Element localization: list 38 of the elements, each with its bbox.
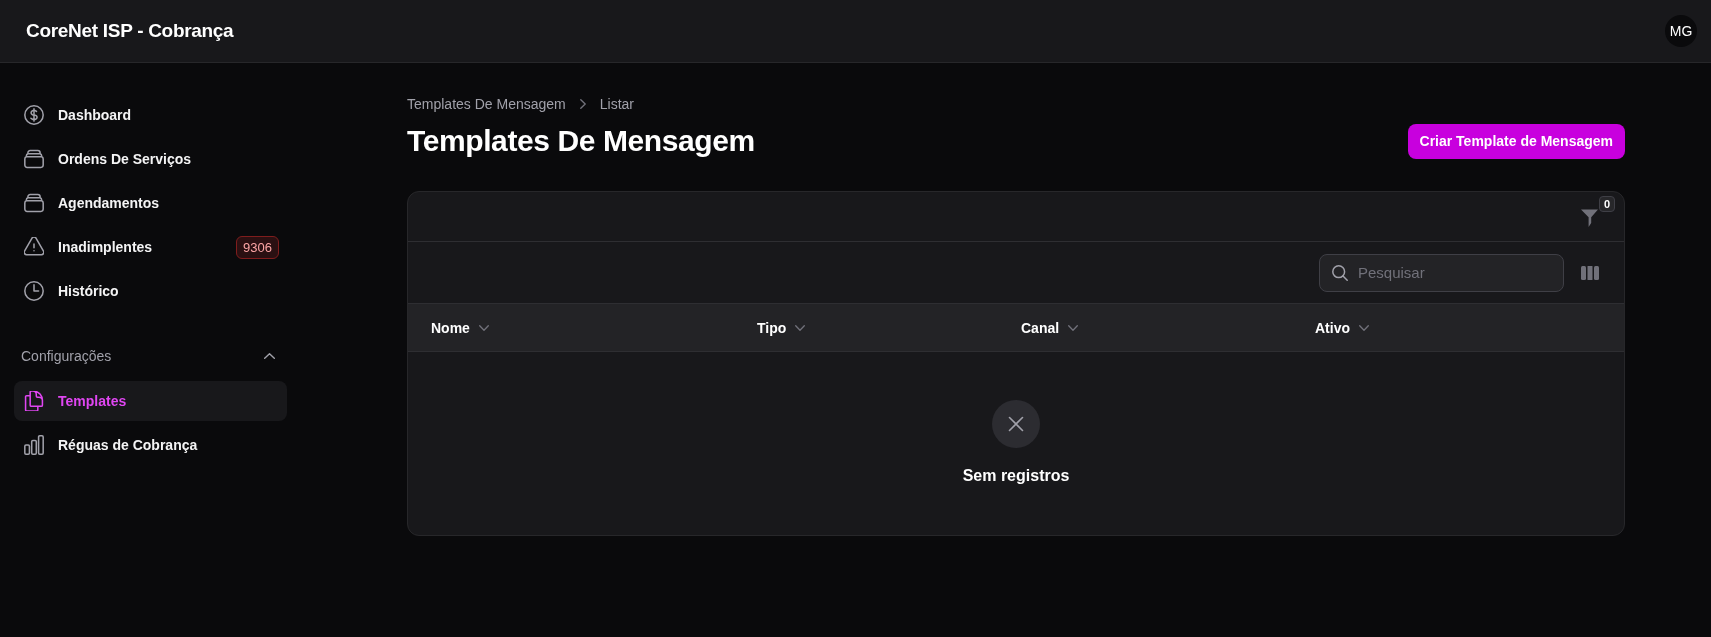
- sidebar-item[interactable]: Agendamentos: [14, 183, 287, 223]
- chevron-right-icon: [579, 99, 586, 109]
- avatar[interactable]: MG: [1665, 15, 1697, 47]
- search-field[interactable]: Pesquisar: [1319, 253, 1564, 292]
- page-title: Templates De Mensagem: [407, 123, 755, 159]
- column-header[interactable]: Tipo: [757, 319, 806, 336]
- section-toggle[interactable]: Configurações: [14, 336, 287, 376]
- filter-count-badge: 0: [1599, 195, 1615, 212]
- sidebar-item[interactable]: Réguas de Cobrança: [14, 425, 287, 465]
- chevron-down-icon: [478, 324, 489, 331]
- sidebar-item[interactable]: Ordens De Serviços: [14, 139, 287, 179]
- warning-icon: [24, 237, 44, 257]
- breadcrumb-current: Listar: [599, 96, 634, 112]
- sidebar-item[interactable]: Histórico: [14, 271, 287, 311]
- bar-chart-icon: [24, 435, 44, 455]
- clock-icon: [24, 281, 44, 301]
- sidebar-item[interactable]: Dashboard: [14, 95, 287, 135]
- x-icon: [992, 400, 1040, 448]
- stack-icon: [24, 193, 44, 213]
- breadcrumb-link[interactable]: Templates De Mensagem: [407, 96, 566, 112]
- app-title: CoreNet ISP - Cobrança: [26, 20, 234, 42]
- column-header[interactable]: Ativo: [1315, 319, 1369, 336]
- empty-state-message: Sem registros: [962, 467, 1070, 485]
- sidebar-item[interactable]: Templates: [14, 381, 287, 421]
- search-icon: [1332, 264, 1348, 281]
- chevron-down-icon: [1359, 324, 1369, 331]
- sidebar-item[interactable]: Inadimplentes 9306: [14, 227, 287, 267]
- stack-icon: [24, 149, 44, 169]
- dollar-circle-icon: [24, 105, 44, 125]
- chevron-down-icon: [795, 324, 806, 331]
- filter-icon[interactable]: [1581, 208, 1598, 227]
- column-header[interactable]: Nome: [431, 319, 489, 336]
- create-button[interactable]: Criar Template de Mensagem: [1407, 123, 1625, 159]
- column-header[interactable]: Canal: [1021, 319, 1079, 336]
- chevron-down-icon: [1068, 324, 1079, 331]
- columns-icon[interactable]: [1581, 265, 1599, 280]
- documents-icon: [24, 391, 44, 411]
- count-badge: 9306: [236, 235, 279, 259]
